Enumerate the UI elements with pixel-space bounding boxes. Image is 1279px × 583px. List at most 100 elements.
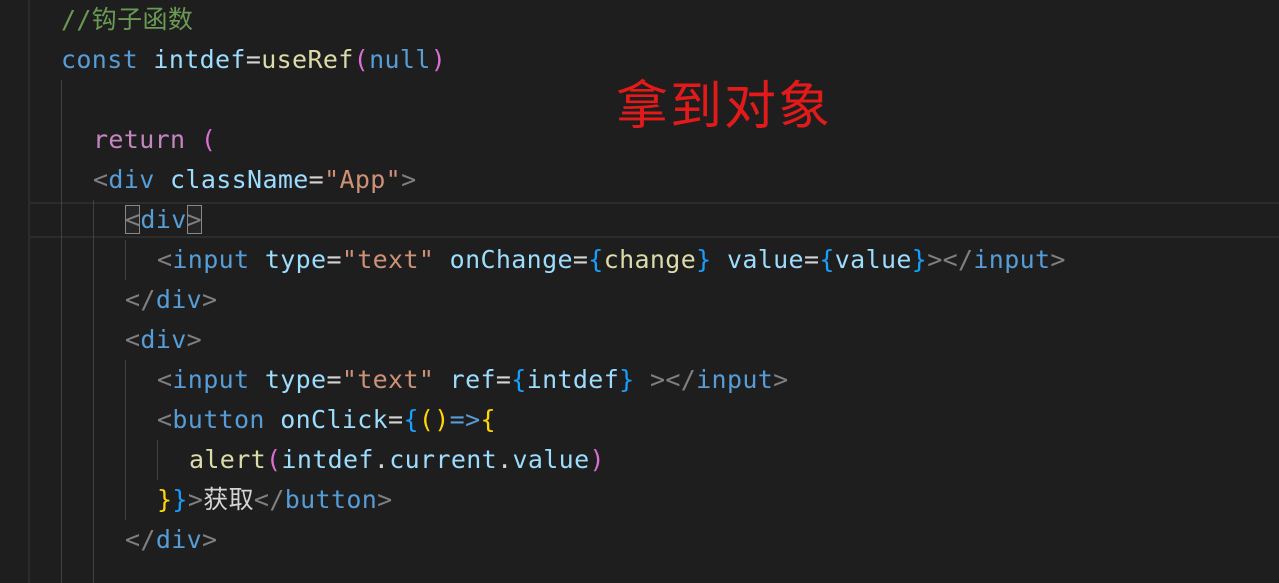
comment-token: //钩子函数	[61, 5, 194, 34]
tag-bracket: </	[665, 365, 697, 394]
indent-guide	[125, 240, 126, 280]
expression-token: value	[834, 245, 912, 274]
tag-bracket: >	[202, 285, 218, 314]
operator-token: =	[308, 165, 325, 194]
bracket-token: )	[430, 45, 447, 74]
operator-token: .	[497, 445, 513, 474]
editor-gutter-edge	[28, 0, 30, 583]
tag-bracket: >	[377, 485, 393, 514]
tag-token: div	[155, 285, 203, 314]
code-line-return[interactable]: return (	[93, 120, 216, 160]
variable-token: intdef	[281, 445, 374, 474]
attribute-token: type	[264, 245, 327, 274]
tag-bracket: >	[1050, 245, 1066, 274]
tag-token: div	[140, 325, 187, 354]
bracket-token: (	[200, 125, 217, 154]
code-line-div-open[interactable]: <div>	[125, 200, 203, 240]
tag-token: div	[108, 165, 155, 194]
code-line-div-open-2[interactable]: <div>	[125, 320, 202, 360]
tag-token: input	[696, 365, 774, 394]
expression-token: change	[603, 245, 697, 274]
attribute-token: onChange	[449, 245, 573, 274]
tag-bracket: >	[187, 485, 204, 514]
operator-token: =	[803, 245, 820, 274]
indent-guide	[157, 440, 158, 480]
bracket-token: {	[588, 245, 604, 274]
tag-bracket: >	[202, 525, 218, 554]
operator-token: =	[326, 365, 342, 394]
bracket-token: (	[418, 405, 435, 434]
attribute-token: type	[264, 365, 327, 394]
tag-token: input	[172, 245, 250, 274]
attribute-token: onClick	[280, 405, 389, 434]
code-line-input-onchange[interactable]: <input type="text" onChange={change} val…	[157, 240, 1066, 280]
attribute-token: className	[170, 165, 309, 194]
code-line-input-ref[interactable]: <input type="text" ref={intdef} ></input…	[157, 360, 789, 400]
operator-token: .	[373, 445, 390, 474]
indent-guide	[93, 200, 94, 583]
code-line-div-close[interactable]: </div>	[125, 280, 217, 320]
tag-token: button	[172, 405, 265, 434]
property-token: current	[389, 445, 498, 474]
bracket-token: {	[403, 405, 419, 434]
code-editor[interactable]: //钩子函数 const intdef=useRef(null) return …	[0, 0, 1279, 583]
tag-bracket: <	[157, 245, 173, 274]
bracket-token: {	[819, 245, 835, 274]
tag-bracket: >	[186, 325, 203, 354]
bracket-token: }	[911, 245, 928, 274]
property-token: value	[512, 445, 590, 474]
operator-token: =	[326, 245, 342, 274]
code-line-button-close[interactable]: }}>获取</button>	[157, 480, 393, 520]
indent-guide	[125, 360, 126, 520]
string-token: "text"	[341, 365, 435, 394]
tag-token: div	[140, 205, 187, 234]
code-line-div-close-2[interactable]: </div>	[125, 520, 217, 560]
bracket-token: }	[172, 485, 188, 514]
attribute-token: value	[726, 245, 804, 274]
bracket-token: {	[511, 365, 527, 394]
bracket-token: (	[266, 445, 282, 474]
bracket-token: )	[434, 405, 450, 434]
bracket-token: )	[589, 445, 605, 474]
tag-bracket: <	[157, 405, 173, 434]
jsx-text-token: 获取	[203, 485, 254, 514]
function-token: useRef	[261, 45, 354, 74]
code-line-button-open[interactable]: <button onClick={()=>{	[157, 400, 496, 440]
tag-token: button	[284, 485, 378, 514]
code-line-alert[interactable]: alert(intdef.current.value)	[189, 440, 605, 480]
code-line-const[interactable]: const intdef=useRef(null)	[61, 40, 446, 80]
tag-bracket: </	[125, 285, 156, 314]
tag-token: input	[172, 365, 250, 394]
keyword-token: return	[93, 125, 186, 154]
tag-bracket: </	[942, 245, 974, 274]
string-token: "text"	[341, 245, 435, 274]
operator-token: =	[572, 245, 589, 274]
tag-bracket: </	[253, 485, 285, 514]
attribute-token: ref	[449, 365, 496, 394]
operator-token: =	[245, 45, 262, 74]
arrow-token: =>	[449, 405, 481, 434]
tag-token: input	[973, 245, 1051, 274]
matched-bracket-close: >	[186, 205, 203, 234]
tag-bracket: <	[125, 325, 141, 354]
bracket-token: }	[157, 485, 173, 514]
code-line-comment[interactable]: //钩子函数	[61, 0, 193, 40]
operator-token: =	[495, 365, 512, 394]
tag-bracket: <	[93, 165, 109, 194]
tag-bracket: >	[927, 245, 943, 274]
tag-bracket: <	[157, 365, 173, 394]
annotation-text: 拿到对象	[616, 77, 833, 137]
bracket-token: }	[696, 245, 712, 274]
tag-token: div	[155, 525, 203, 554]
operator-token: =	[388, 405, 404, 434]
bracket-token: }	[619, 365, 635, 394]
tag-bracket: </	[125, 525, 156, 554]
code-line-div-app[interactable]: <div className="App">	[93, 160, 416, 200]
expression-token: intdef	[526, 365, 620, 394]
variable-token: intdef	[153, 45, 246, 74]
indent-guide	[61, 80, 62, 583]
tag-bracket: >	[649, 365, 666, 394]
keyword-token: const	[61, 45, 139, 74]
keyword-token: null	[369, 45, 431, 74]
tag-bracket: >	[401, 165, 417, 194]
